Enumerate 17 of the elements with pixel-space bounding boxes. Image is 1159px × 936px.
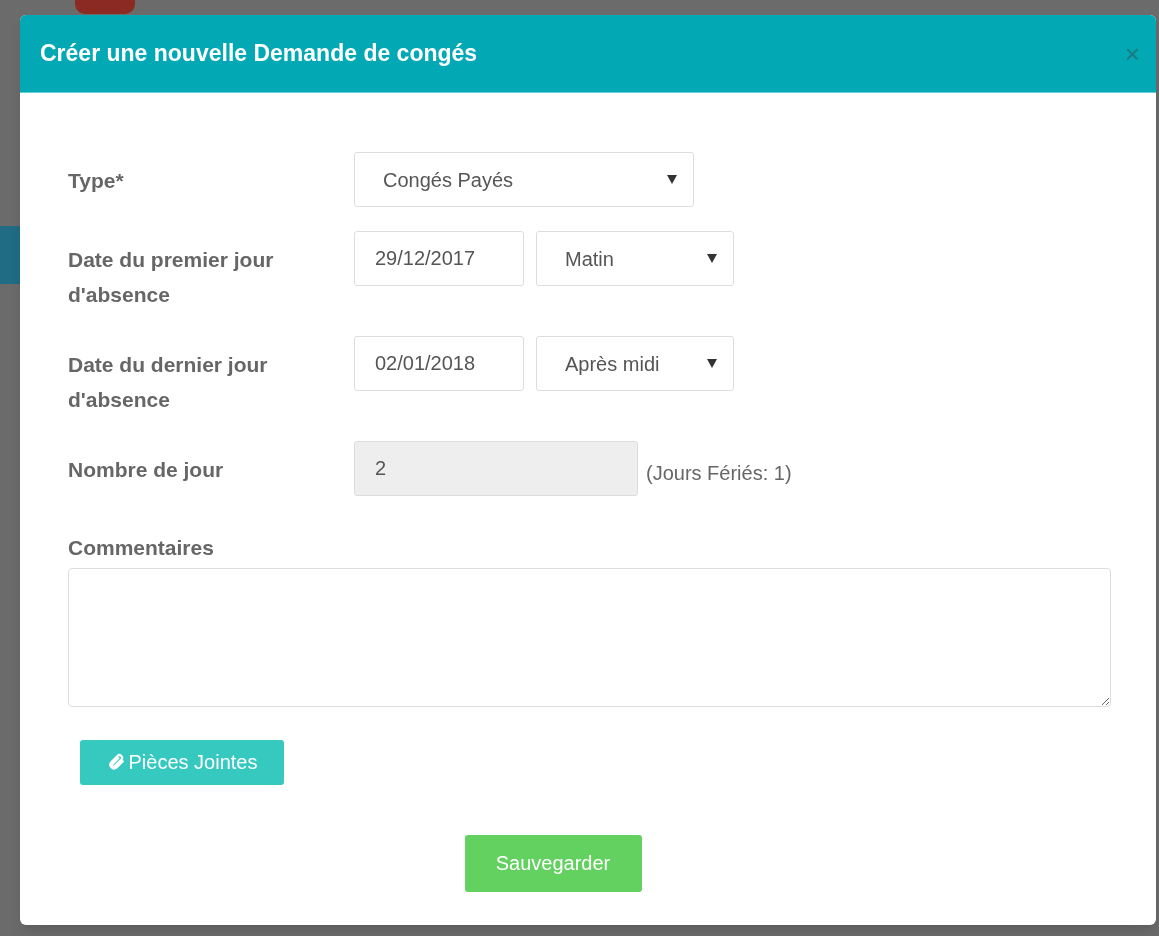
dialog-title: Créer une nouvelle Demande de congés — [40, 39, 478, 69]
caret-icon — [667, 175, 677, 184]
dropdown-select[interactable]: Matin — [536, 231, 734, 286]
date-field[interactable]: 02/01/2018 — [354, 336, 524, 391]
paperclip-icon — [106, 753, 125, 771]
comments-field[interactable] — [68, 567, 1111, 707]
date-field[interactable]: 29/12/2017 — [354, 231, 524, 286]
field-label: Date du dernier jour d'absence — [68, 352, 269, 413]
comments-label: Commentaires — [68, 535, 215, 561]
holiday-note: (Jours Fériés: 1) — [646, 460, 792, 486]
caret-icon — [707, 254, 717, 263]
dropdown-select[interactable]: Après midi — [536, 336, 734, 391]
field-label: Nombre de jour — [68, 457, 225, 483]
field-label: Date du premier jour d'absence — [68, 247, 275, 308]
caret-icon — [707, 359, 717, 368]
dropdown-select[interactable]: Congés Payés — [354, 152, 694, 207]
field-label: Type* — [68, 168, 125, 194]
